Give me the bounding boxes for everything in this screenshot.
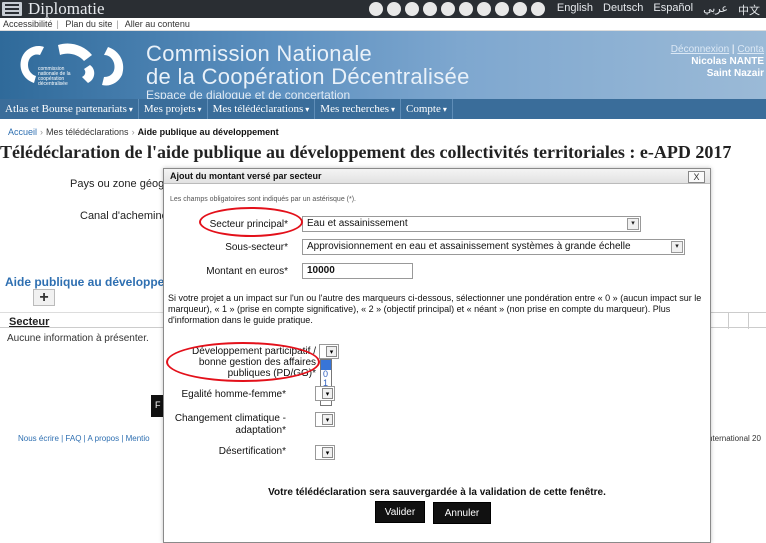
breadcrumb: Accueil › Mes télédéclarations › Aide publiq… (8, 127, 279, 137)
cncd-logo[interactable] (12, 39, 132, 91)
marker-desertification-select[interactable]: ▾ (315, 445, 335, 460)
breadcrumb-separator: › (131, 127, 135, 137)
cancel-button[interactable]: Annuler (433, 502, 491, 524)
chevron-down-icon: ▾ (197, 105, 202, 114)
logout-link[interactable]: Déconnexion (671, 44, 729, 55)
menu-atlas[interactable]: Atlas et Bourse partenariats ▾ (0, 99, 139, 119)
sous-secteur-value: Approvisionnement en eau et assainisseme… (307, 241, 631, 252)
chevron-down-icon: ▾ (391, 105, 396, 114)
logo-caption: commission nationale de la coopération d… (38, 66, 71, 87)
breadcrumb-level1[interactable]: Mes télédéclarations (46, 127, 129, 137)
montant-label: Montant en euros* (206, 266, 288, 277)
chevron-down-icon: ▾ (442, 105, 447, 114)
twitter-icon[interactable] (387, 2, 401, 16)
lang-deutsch[interactable]: Deutsch (603, 2, 643, 18)
annotation-ellipse-secteur (199, 207, 303, 237)
sector-table-header: Secteur (0, 312, 170, 328)
breadcrumb-home[interactable]: Accueil (8, 127, 37, 137)
chevron-down-icon: ▾ (128, 105, 133, 114)
section-aide-heading: Aide publique au développe (5, 275, 165, 289)
no-info-text: Aucune information à présenter. (7, 333, 149, 344)
marker-climat-label: Changement climatique - adaptation* (174, 413, 286, 436)
separator: | (116, 19, 119, 29)
background-button-label: F (155, 400, 161, 410)
page-title: Télédéclaration de l'aide publique au dé… (0, 142, 732, 162)
breadcrumb-current: Aide publique au développement (137, 127, 279, 137)
chevron-down-icon: ▾ (627, 218, 639, 230)
lang-espanol[interactable]: Español (653, 2, 693, 18)
dialog-title: Ajout du montant versé par secteur (170, 171, 322, 181)
user-name: Nicolas NANTE (691, 56, 764, 67)
menu-icon (2, 2, 22, 16)
flickr-icon[interactable] (423, 2, 437, 16)
youtube-icon[interactable] (441, 2, 455, 16)
sous-secteur-select[interactable]: Approvisionnement en eau et assainisseme… (302, 239, 685, 255)
access-link-contenu[interactable]: Aller au contenu (125, 19, 190, 29)
secteur-select[interactable]: Eau et assainissement ▾ (302, 216, 641, 232)
language-switcher: English Deutsch Español عربي 中文 (557, 2, 760, 18)
menu-recherches[interactable]: Mes recherches ▾ (315, 99, 402, 119)
social-icons (369, 2, 545, 16)
menu-projets[interactable]: Mes projets ▾ (139, 99, 208, 119)
plus-icon: + (39, 288, 49, 306)
breadcrumb-separator: › (40, 127, 44, 137)
rss-icon[interactable] (513, 2, 527, 16)
access-link-accessibilite[interactable]: Accessibilité (3, 19, 53, 29)
required-note: Les champs obligatoires sont indiqués pa… (170, 196, 356, 203)
main-menu: Atlas et Bourse partenariats ▾ Mes projet… (0, 99, 766, 119)
column-secteur[interactable]: Secteur (9, 316, 49, 328)
add-sector-button[interactable]: + (33, 289, 55, 306)
separator: | (56, 19, 59, 29)
marker-pdgg-select[interactable]: ▾ (319, 344, 339, 359)
secteur-value: Eau et assainissement (307, 218, 408, 229)
marker-desertification-label: Désertification* (218, 446, 286, 457)
marker-egalite-select[interactable]: ▾ (315, 386, 335, 401)
chevron-down-icon: ▾ (322, 447, 333, 458)
marker-egalite-label: Egalité homme-femme* (181, 389, 286, 400)
linkedin-icon[interactable] (477, 2, 491, 16)
validate-button[interactable]: Valider (375, 501, 425, 523)
diplomatie-brand[interactable]: Diplomatie (2, 0, 104, 18)
top-bar: Diplomatie English Deutsch Español عربي … (0, 0, 766, 18)
marker-instructions: Si votre projet a un impact sur l'un ou … (168, 293, 702, 325)
chevron-down-icon: ▾ (305, 105, 310, 114)
sous-secteur-label: Sous-secteur* (225, 242, 288, 253)
dailymotion-icon[interactable] (459, 2, 473, 16)
table-header-right (707, 312, 766, 329)
lang-chinese[interactable]: 中文 (738, 2, 760, 18)
diplomatie-title: Diplomatie (28, 0, 105, 18)
lang-arabic[interactable]: عربي (703, 2, 728, 18)
menu-compte[interactable]: Compte ▾ (401, 99, 453, 119)
lang-english[interactable]: English (557, 2, 593, 18)
mobile-icon[interactable] (531, 2, 545, 16)
chevron-down-icon: ▾ (326, 346, 337, 357)
label-pays: Pays ou zone géogra (70, 178, 174, 190)
footer-right-text: nternational 20 (708, 434, 761, 443)
site-banner: commission nationale de la coopération d… (0, 31, 766, 102)
vine-icon[interactable] (495, 2, 509, 16)
montant-input[interactable]: 10000 (302, 263, 413, 279)
contact-link[interactable]: Conta (737, 44, 764, 55)
annotation-ellipse-marker (166, 342, 320, 382)
banner-title-line2: de la Coopération Décentralisée (146, 64, 470, 89)
marker-climat-select[interactable]: ▾ (315, 412, 335, 427)
chevron-down-icon: ▾ (671, 241, 683, 253)
user-panel: Déconnexion | Conta Nicolas NANTE Saint … (670, 44, 764, 79)
chevron-down-icon: ▾ (322, 414, 333, 425)
access-link-plan[interactable]: Plan du site (65, 19, 112, 29)
close-icon[interactable]: X (688, 171, 705, 183)
footer-links[interactable]: Nous écrire | FAQ | A propos | Mentio (18, 434, 150, 443)
instagram-icon[interactable] (405, 2, 419, 16)
label-canal: Canal d'acheminer (80, 210, 172, 222)
user-city: Saint Nazair (706, 68, 764, 79)
save-note: Votre télédéclaration sera sauvergardée … (268, 487, 606, 498)
chevron-down-icon: ▾ (322, 388, 333, 399)
accessibility-bar: Accessibilité | Plan du site | Aller au co… (0, 18, 766, 31)
facebook-icon[interactable] (369, 2, 383, 16)
menu-teledeclarations[interactable]: Mes télédéclarations ▾ (208, 99, 316, 119)
dialog-header[interactable]: Ajout du montant versé par secteur X (164, 169, 710, 184)
